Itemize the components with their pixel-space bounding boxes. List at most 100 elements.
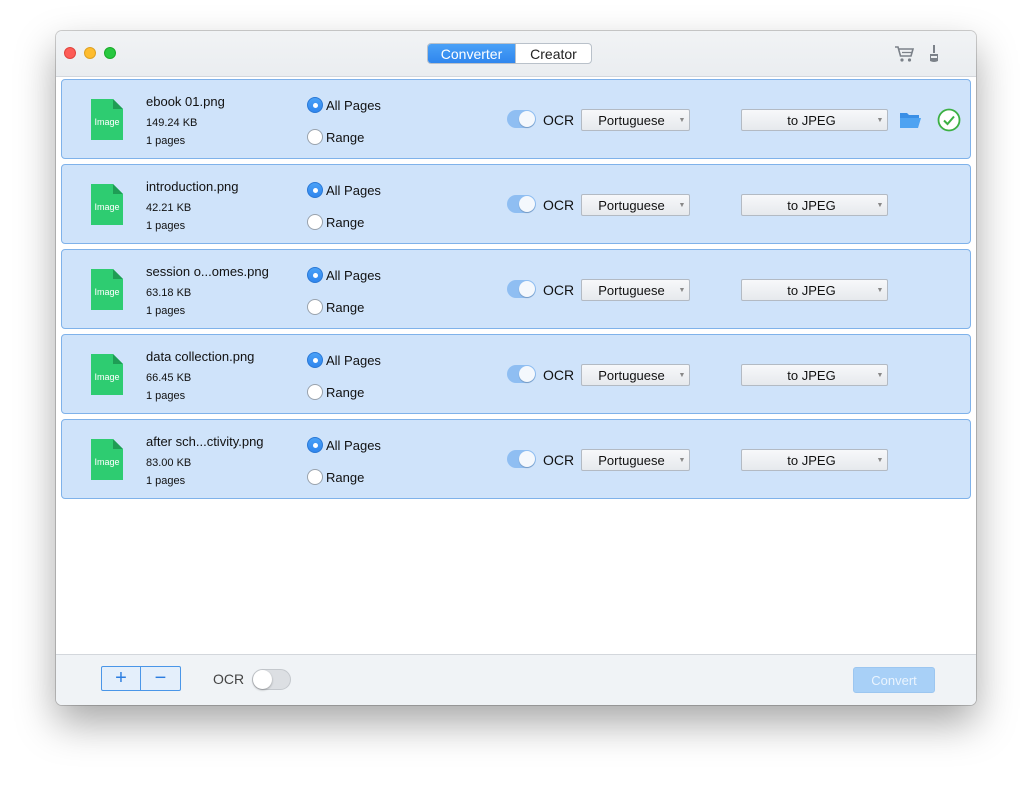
language-select[interactable]: Portuguese ▼: [581, 194, 690, 216]
convert-button[interactable]: Convert: [853, 667, 935, 693]
range-label[interactable]: Range: [326, 300, 364, 315]
all-pages-label[interactable]: All Pages: [326, 268, 381, 283]
format-value: to JPEG: [787, 197, 836, 213]
file-pages: 1 pages: [146, 305, 186, 317]
all-pages-label[interactable]: All Pages: [326, 353, 381, 368]
close-window-button[interactable]: [64, 47, 76, 59]
tab-creator[interactable]: Creator: [515, 44, 591, 63]
dropdown-arrow-icon: ▼: [876, 201, 884, 209]
output-format-select[interactable]: to JPEG ▼: [741, 194, 888, 216]
file-size: 149.24 KB: [146, 117, 198, 129]
output-format-select[interactable]: to JPEG ▼: [741, 449, 888, 471]
output-format-select[interactable]: to JPEG ▼: [741, 364, 888, 386]
range-label[interactable]: Range: [326, 130, 364, 145]
range-label[interactable]: Range: [326, 385, 364, 400]
global-ocr-toggle[interactable]: [252, 669, 291, 690]
file-icon-label: Image: [94, 372, 119, 382]
output-format-select[interactable]: to JPEG ▼: [741, 109, 888, 131]
output-format-select[interactable]: to JPEG ▼: [741, 279, 888, 301]
ocr-toggle[interactable]: [507, 110, 536, 128]
range-label[interactable]: Range: [326, 470, 364, 485]
language-select[interactable]: Portuguese ▼: [581, 449, 690, 471]
ocr-toggle[interactable]: [507, 195, 536, 213]
minimize-window-button[interactable]: [84, 47, 96, 59]
mode-segmented-control: Converter Creator: [427, 43, 592, 64]
add-remove-control: + −: [101, 666, 181, 691]
file-icon-label: Image: [94, 202, 119, 212]
format-value: to JPEG: [787, 452, 836, 468]
all-pages-radio[interactable]: [307, 437, 323, 453]
file-row[interactable]: Image introduction.png 42.21 KB 1 pages All …: [61, 164, 971, 244]
ocr-label: OCR: [543, 112, 575, 128]
all-pages-radio[interactable]: [307, 182, 323, 198]
language-select[interactable]: Portuguese ▼: [581, 279, 690, 301]
ocr-toggle[interactable]: [507, 450, 536, 468]
format-value: to JPEG: [787, 367, 836, 383]
dropdown-arrow-icon: ▼: [678, 456, 686, 464]
range-radio[interactable]: [307, 214, 323, 230]
range-radio[interactable]: [307, 299, 323, 315]
dropdown-arrow-icon: ▼: [678, 116, 686, 124]
file-size: 42.21 KB: [146, 202, 192, 214]
file-name: after sch...ctivity.png: [146, 434, 264, 449]
cart-icon[interactable]: [894, 45, 916, 68]
file-row[interactable]: Image data collection.png 66.45 KB 1 pages A…: [61, 334, 971, 414]
file-name: ebook 01.png: [146, 94, 225, 109]
file-pages: 1 pages: [146, 390, 186, 402]
remove-file-button[interactable]: −: [141, 667, 180, 690]
footer-bar: + − OCR Convert: [56, 654, 976, 705]
file-row[interactable]: Image ebook 01.png 149.24 KB 1 pages All Pag…: [61, 79, 971, 159]
ocr-label: OCR: [543, 367, 575, 383]
image-file-icon: Image: [91, 354, 123, 395]
all-pages-label[interactable]: All Pages: [326, 438, 381, 453]
language-value: Portuguese: [598, 282, 665, 298]
range-radio[interactable]: [307, 129, 323, 145]
file-icon-label: Image: [94, 457, 119, 467]
zoom-window-button[interactable]: [104, 47, 116, 59]
ocr-toggle[interactable]: [507, 280, 536, 298]
dropdown-arrow-icon: ▼: [678, 201, 686, 209]
language-select[interactable]: Portuguese ▼: [581, 109, 690, 131]
all-pages-radio[interactable]: [307, 97, 323, 113]
language-value: Portuguese: [598, 367, 665, 383]
file-size: 63.18 KB: [146, 287, 192, 299]
image-file-icon: Image: [91, 99, 123, 140]
file-size: 66.45 KB: [146, 372, 192, 384]
file-icon-label: Image: [94, 117, 119, 127]
all-pages-radio[interactable]: [307, 267, 323, 283]
image-file-icon: Image: [91, 269, 123, 310]
language-value: Portuguese: [598, 452, 665, 468]
file-icon-label: Image: [94, 287, 119, 297]
dropdown-arrow-icon: ▼: [876, 116, 884, 124]
all-pages-label[interactable]: All Pages: [326, 183, 381, 198]
add-file-button[interactable]: +: [102, 667, 141, 690]
file-row[interactable]: Image session o...omes.png 63.18 KB 1 pages…: [61, 249, 971, 329]
app-window: Converter Creator Image ebook 01.png 149.2…: [56, 31, 976, 705]
dropdown-arrow-icon: ▼: [876, 371, 884, 379]
image-file-icon: Image: [91, 439, 123, 480]
check-circle-icon: [937, 108, 961, 137]
file-name: introduction.png: [146, 179, 239, 194]
all-pages-label[interactable]: All Pages: [326, 98, 381, 113]
file-name: session o...omes.png: [146, 264, 269, 279]
range-label[interactable]: Range: [326, 215, 364, 230]
tab-converter[interactable]: Converter: [428, 44, 515, 63]
dropdown-arrow-icon: ▼: [876, 456, 884, 464]
ocr-label: OCR: [543, 452, 575, 468]
global-ocr-label: OCR: [213, 671, 245, 687]
format-value: to JPEG: [787, 282, 836, 298]
ocr-toggle[interactable]: [507, 365, 536, 383]
file-row[interactable]: Image after sch...ctivity.png 83.00 KB 1 pa…: [61, 419, 971, 499]
ocr-label: OCR: [543, 282, 575, 298]
language-value: Portuguese: [598, 197, 665, 213]
range-radio[interactable]: [307, 384, 323, 400]
range-radio[interactable]: [307, 469, 323, 485]
image-file-icon: Image: [91, 184, 123, 225]
language-value: Portuguese: [598, 112, 665, 128]
format-value: to JPEG: [787, 112, 836, 128]
file-name: data collection.png: [146, 349, 255, 364]
open-folder-icon[interactable]: [899, 111, 923, 134]
brush-icon[interactable]: [928, 45, 940, 68]
all-pages-radio[interactable]: [307, 352, 323, 368]
language-select[interactable]: Portuguese ▼: [581, 364, 690, 386]
